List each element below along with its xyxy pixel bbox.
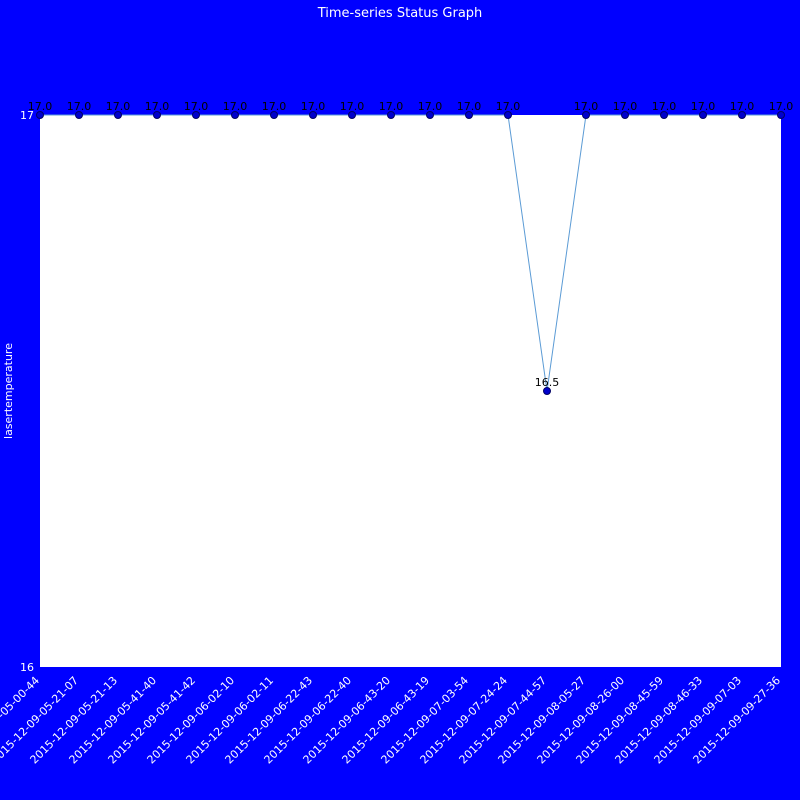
data-label: 17.0 [28,100,53,113]
data-label: 17.0 [379,100,404,113]
data-label: 17.0 [262,100,287,113]
time-series-chart: Time-series Status Graph lasertemperatur… [0,0,800,800]
data-label: 17.0 [67,100,92,113]
data-label: 17.0 [223,100,248,113]
chart-title: Time-series Status Graph [317,6,483,21]
y-tick-label: 16 [20,661,34,674]
data-label: 17.0 [457,100,482,113]
data-label: 17.0 [418,100,443,113]
data-label: 17.0 [496,100,521,113]
data-label: 17.0 [769,100,794,113]
data-label: 17.0 [184,100,209,113]
data-label: 16.5 [535,376,560,389]
data-label: 17.0 [145,100,170,113]
plot-area [40,115,781,667]
y-axis-label: lasertemperature [2,343,15,439]
data-label: 17.0 [301,100,326,113]
data-label: 17.0 [652,100,677,113]
data-label: 17.0 [340,100,365,113]
data-label: 17.0 [730,100,755,113]
data-label: 17.0 [691,100,716,113]
data-label: 17.0 [574,100,599,113]
data-label: 17.0 [613,100,638,113]
data-label: 17.0 [106,100,131,113]
